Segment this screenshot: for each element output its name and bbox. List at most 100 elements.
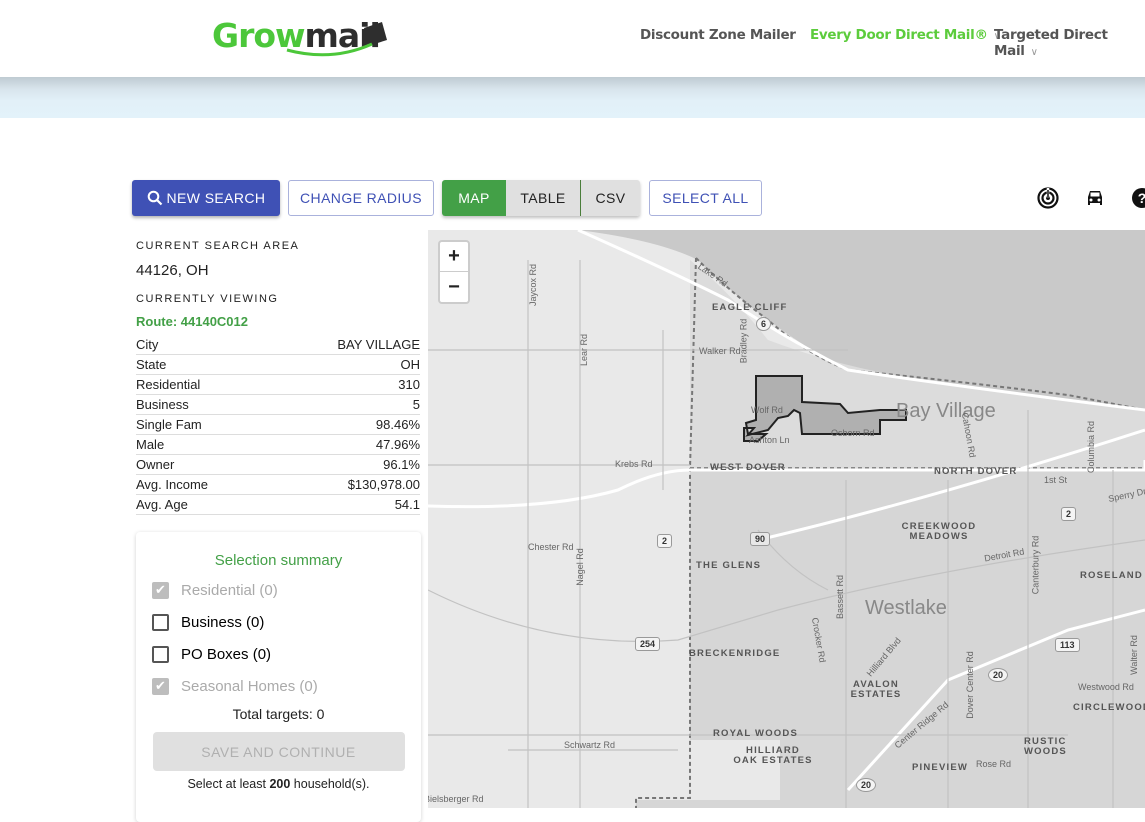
- map-city-label: Westlake: [865, 597, 947, 619]
- new-search-button[interactable]: NEW SEARCH: [132, 180, 280, 216]
- search-area-value: 44126, OH: [136, 262, 209, 279]
- map-road-label: Walter Rd: [1128, 635, 1139, 675]
- map-road-label: Bassett Rd: [835, 574, 846, 620]
- zoom-in-button[interactable]: +: [440, 242, 468, 272]
- hint-text: Select at least: [187, 777, 270, 791]
- business-checkbox[interactable]: [152, 613, 169, 631]
- map-road-label: Jaycox Rd: [528, 263, 539, 307]
- map-road-label: Krebs Rd: [615, 459, 653, 469]
- map-road-label: Chester Rd: [528, 542, 574, 552]
- map-road-label: Nagel Rd: [574, 548, 585, 586]
- header-band: [0, 77, 1145, 118]
- new-search-label: NEW SEARCH: [166, 190, 266, 206]
- stat-row-business: Business 5: [136, 395, 420, 415]
- map-place-label: NORTH DOVER: [934, 466, 1018, 477]
- select-all-button[interactable]: SELECT ALL: [649, 180, 762, 216]
- stat-label: Avg. Age: [136, 497, 188, 512]
- stat-row-city: City BAY VILLAGE: [136, 335, 420, 355]
- zoom-out-button[interactable]: −: [440, 272, 468, 302]
- stat-value: BAY VILLAGE: [337, 337, 420, 352]
- stat-label: Business: [136, 397, 189, 412]
- residential-label: Residential (0): [181, 581, 278, 599]
- us-route-shield: 20: [856, 778, 877, 792]
- hint-min-count: 200: [269, 777, 291, 791]
- nav-discount-zone-mailer[interactable]: Discount Zone Mailer: [640, 27, 796, 43]
- stat-value: $130,978.00: [347, 477, 420, 492]
- state-route-shield: 113: [1055, 638, 1080, 652]
- map-road-label: Rose Rd: [976, 759, 1012, 769]
- table-view-button[interactable]: TABLE: [506, 180, 581, 216]
- map-place-label: BRECKENRIDGE: [689, 648, 781, 659]
- business-checkbox-row[interactable]: Business (0): [136, 606, 421, 638]
- stat-row-avg-income: Avg. Income $130,978.00: [136, 475, 420, 495]
- map-road-label: Westwood Rd: [1078, 682, 1134, 692]
- stat-row-avg-age: Avg. Age 54.1: [136, 495, 420, 515]
- route-id: Route: 44140C012: [136, 314, 248, 329]
- po-boxes-checkbox-row[interactable]: PO Boxes (0): [136, 638, 421, 670]
- stat-row-single-fam: Single Fam 98.46%: [136, 415, 420, 435]
- stat-value: 98.46%: [375, 417, 420, 432]
- stat-label: Single Fam: [136, 417, 202, 432]
- map-place-label: CREEKWOOD MEADOWS: [901, 521, 977, 542]
- map-road-label: Walker Rd: [699, 346, 741, 356]
- stat-value: OH: [400, 357, 421, 372]
- stat-value: 5: [412, 397, 420, 412]
- stat-row-male: Male 47.96%: [136, 435, 420, 455]
- search-info-panel: CURRENT SEARCH AREA 44126, OH CURRENTLY …: [136, 240, 420, 515]
- state-route-shield: 2: [657, 534, 673, 548]
- map-road-label: Canterbury Rd: [1030, 535, 1041, 595]
- hint-text: household(s).: [290, 777, 370, 791]
- csv-button[interactable]: CSV: [581, 180, 640, 216]
- map-place-label: WEST DOVER: [710, 462, 786, 473]
- map-road-label: Ashton Ln: [749, 435, 790, 445]
- save-and-continue-button[interactable]: SAVE AND CONTINUE: [152, 732, 405, 771]
- stat-row-residential: Residential 310: [136, 375, 420, 395]
- stat-row-owner: Owner 96.1%: [136, 455, 420, 475]
- help-icon[interactable]: ?: [1130, 186, 1145, 210]
- nav-targeted-direct-mail[interactable]: Targeted Direct Mail ∨: [994, 27, 1145, 59]
- search-area-label: CURRENT SEARCH AREA: [136, 240, 300, 252]
- total-targets: Total targets: 0: [232, 706, 325, 722]
- map-tiles: [428, 230, 1145, 808]
- map-road-label: Dover Center Rd: [964, 651, 975, 719]
- map-road-label: Columbia Rd: [1086, 420, 1097, 474]
- search-icon: [147, 190, 162, 206]
- view-toggle: MAP TABLE CSV: [442, 180, 640, 216]
- map-place-label: CIRCLEWOOD: [1073, 702, 1145, 713]
- growmail-logo[interactable]: Growmail: [212, 14, 392, 60]
- stat-label: Owner: [136, 457, 175, 472]
- map-place-label: AVALON ESTATES: [850, 679, 902, 700]
- stat-value: 96.1%: [383, 457, 420, 472]
- us-route-shield: 20: [988, 668, 1009, 682]
- logo-envelope-icon: [286, 22, 387, 57]
- selection-summary-title: Selection summary: [214, 552, 343, 569]
- map-place-label: HILLIARD OAK ESTATES: [733, 745, 813, 766]
- car-icon[interactable]: [1083, 186, 1107, 210]
- po-boxes-checkbox[interactable]: [152, 645, 169, 663]
- stat-label: Male: [136, 437, 165, 452]
- nav-every-door-direct-mail[interactable]: Every Door Direct Mail® ∨: [810, 27, 1001, 43]
- map-zoom-control: + −: [438, 240, 470, 304]
- map-place-label: THE GLENS: [696, 560, 762, 571]
- stat-value: 310: [398, 377, 420, 392]
- map-road-label: Schwartz Rd: [564, 740, 616, 750]
- change-radius-button[interactable]: CHANGE RADIUS: [288, 180, 434, 216]
- currently-viewing-label: CURRENTLY VIEWING: [136, 293, 279, 305]
- state-route-shield: 254: [635, 637, 661, 651]
- route-stats-table: City BAY VILLAGE State OH Residential 310 B…: [136, 335, 420, 515]
- chevron-down-icon: ∨: [1030, 47, 1038, 58]
- route-map[interactable]: + − Bay Village Westlake EAGLE CLIFF WES…: [428, 230, 1145, 808]
- map-place-label: ROYAL WOODS: [713, 728, 798, 739]
- selection-summary-card: Selection summary ✔ Residential (0) Busin…: [136, 532, 421, 822]
- po-boxes-label[interactable]: PO Boxes (0): [181, 646, 271, 663]
- seasonal-homes-checkbox-row: ✔ Seasonal Homes (0): [136, 670, 421, 702]
- stat-label: City: [136, 337, 159, 352]
- map-place-label: PINEVIEW: [912, 762, 969, 773]
- map-road-label: Lear Rd: [579, 333, 590, 367]
- business-label[interactable]: Business (0): [181, 614, 264, 631]
- map-view-button[interactable]: MAP: [442, 180, 506, 216]
- min-households-hint: Select at least 200 household(s).: [136, 777, 421, 791]
- seasonal-homes-checkbox: ✔: [152, 677, 169, 695]
- map-place-label: ROSELAND: [1080, 570, 1143, 581]
- radar-icon[interactable]: [1036, 186, 1060, 210]
